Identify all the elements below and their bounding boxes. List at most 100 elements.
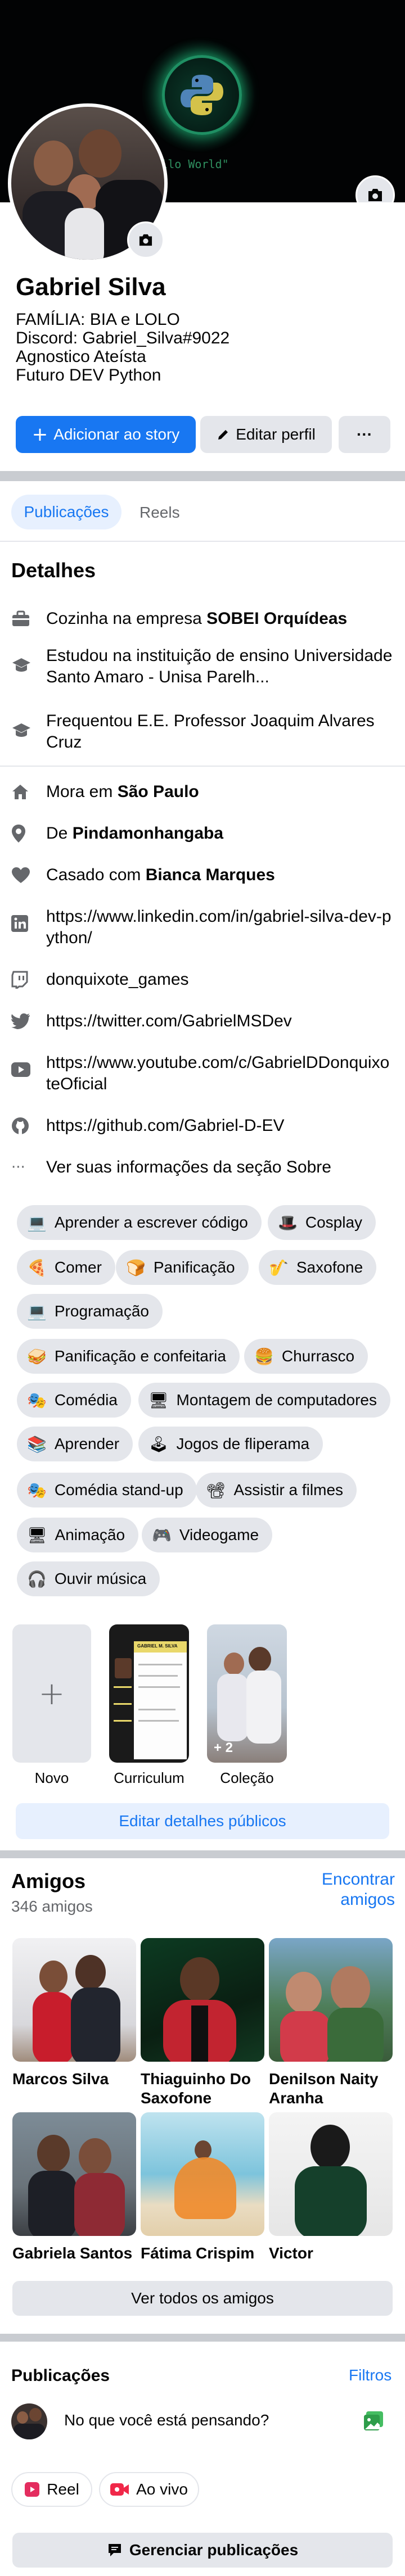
hobby-chip[interactable]: 🎩 Cosplay — [268, 1205, 376, 1240]
hobby-chip[interactable]: 🎮 Videogame — [142, 1518, 273, 1552]
detail-lives: Mora em São Paulo — [11, 781, 394, 803]
hobby-emoji-icon: 💻 — [27, 1213, 47, 1232]
hobby-emoji-icon: 📽 — [206, 1481, 226, 1500]
hobby-label: Assistir a filmes — [233, 1481, 344, 1498]
hobby-emoji-icon: 🎮 — [152, 1525, 172, 1545]
friend-photo — [269, 2112, 393, 2236]
friend-photo — [12, 2112, 136, 2236]
friends-heading: Amigos — [11, 1869, 86, 1893]
detail-about-link[interactable]: ··· Ver suas informações da seção Sobre — [11, 1157, 394, 1178]
hobby-emoji-icon: 🎷 — [269, 1258, 289, 1277]
graduation-cap-icon — [11, 719, 36, 741]
doc-name: GABRIEL M. SILVA — [137, 1644, 178, 1649]
detail-github[interactable]: https://github.com/Gabriel-D-EV — [11, 1115, 394, 1137]
hobby-label: Churrasco — [281, 1347, 355, 1365]
filters-link[interactable]: Filtros — [349, 2366, 392, 2384]
more-options-button[interactable]: ··· — [339, 416, 390, 453]
friend-card[interactable]: Gabriela Santos — [12, 2112, 136, 2263]
section-separator — [0, 2334, 405, 2342]
detail-study-2: Frequentou E.E. Professor Joaquim Alvare… — [11, 710, 394, 753]
detail-twitch[interactable]: donquixote_games — [11, 969, 394, 990]
friend-card[interactable]: Thiaguinho Do Saxofone — [141, 1938, 264, 2108]
posts-heading: Publicações — [11, 2366, 110, 2385]
hobby-chip[interactable]: 🎭 Comédia stand-up — [17, 1473, 197, 1507]
python-logo-icon — [162, 55, 242, 135]
linkedin-icon — [11, 913, 36, 934]
friend-name: Victor — [269, 2244, 313, 2262]
hobby-chip[interactable]: 🎧 Ouvir música — [17, 1561, 160, 1596]
hobby-label: Animação — [55, 1526, 125, 1543]
add-story-button[interactable]: + Adicionar ao story — [16, 416, 196, 453]
hobby-chip[interactable]: 📽 Assistir a filmes — [196, 1473, 357, 1507]
featured-new-card[interactable]: + — [12, 1624, 91, 1763]
live-button[interactable]: Ao vivo — [99, 2472, 199, 2507]
composer-input[interactable]: No que você está pensando? — [64, 2411, 269, 2429]
find-friends-link[interactable]: Encontrar amigos — [313, 1869, 395, 1910]
heart-icon — [11, 864, 36, 886]
hobby-chip[interactable]: 🎷 Saxofone — [259, 1250, 377, 1285]
featured-collection-card[interactable]: + 2 — [207, 1624, 287, 1763]
plus-icon: + — [32, 423, 48, 446]
location-pin-icon — [11, 823, 36, 844]
divider — [0, 766, 405, 767]
more-icon: ··· — [357, 425, 372, 443]
pencil-icon — [217, 428, 230, 441]
featured-collection-label: Coleção — [220, 1769, 274, 1786]
hobby-chip[interactable]: 🕹 Jogos de fliperama — [138, 1427, 323, 1461]
live-video-icon — [110, 2482, 129, 2497]
featured-curriculum-card[interactable]: GABRIEL M. SILVA — [109, 1624, 189, 1763]
hobby-emoji-icon: 🍔 — [254, 1347, 274, 1366]
friend-name: Gabriela Santos — [12, 2244, 133, 2262]
cover-camera-icon[interactable] — [356, 175, 395, 202]
detail-study-1: Estudou na instituição de ensino Univers… — [11, 645, 394, 688]
hobby-chip[interactable]: 🍕 Comer — [17, 1250, 115, 1285]
friend-name: Fátima Crispim — [141, 2244, 255, 2262]
detail-linkedin[interactable]: https://www.linkedin.com/in/gabriel-silv… — [11, 906, 394, 949]
chat-bubble-icon — [107, 2542, 123, 2558]
hobby-emoji-icon: 🖥 — [148, 1391, 169, 1410]
hobby-label: Ouvir música — [54, 1570, 147, 1587]
edit-public-details-button[interactable]: Editar detalhes públicos — [16, 1803, 389, 1839]
hobby-emoji-icon: 🎩 — [278, 1213, 298, 1232]
collection-count: + 2 — [214, 1740, 233, 1755]
friend-name: Marcos Silva — [12, 2070, 109, 2088]
friend-photo — [269, 1938, 393, 2062]
composer-avatar[interactable] — [11, 2403, 47, 2439]
friend-card[interactable]: Marcos Silva — [12, 1938, 136, 2089]
twitter-icon — [11, 1011, 36, 1032]
hobby-emoji-icon: 🕹 — [148, 1434, 169, 1454]
bio: FAMÍLIA: BIA e LOLO Discord: Gabriel_Sil… — [16, 310, 230, 384]
detail-youtube[interactable]: https://www.youtube.com/c/GabrielDDonqui… — [11, 1052, 394, 1095]
hobby-chip[interactable]: 🍞 Panificação — [116, 1250, 249, 1285]
hobby-chip[interactable]: 💻 Aprender a escrever código — [17, 1205, 262, 1240]
detail-twitter[interactable]: https://twitter.com/GabrielMSDev — [11, 1011, 394, 1032]
reel-icon — [24, 2482, 40, 2497]
friend-card[interactable]: Victor — [269, 2112, 393, 2263]
profile-name: Gabriel Silva — [16, 273, 166, 301]
reel-button[interactable]: Reel — [11, 2472, 92, 2507]
avatar-camera-icon[interactable] — [127, 221, 164, 259]
hobby-chip[interactable]: 🥪 Panificação e confeitaria — [17, 1339, 240, 1374]
manage-posts-button[interactable]: Gerenciar publicações — [12, 2533, 393, 2568]
detail-work: Cozinha na empresa SOBEI Orquídeas — [11, 608, 394, 630]
hobby-label: Programação — [54, 1302, 149, 1320]
hobby-emoji-icon: 🖥 — [27, 1525, 47, 1545]
friend-card[interactable]: Fátima Crispim — [141, 2112, 264, 2263]
hobby-chip[interactable]: 💻 Programação — [17, 1294, 163, 1329]
see-all-friends-button[interactable]: Ver todos os amigos — [12, 2281, 393, 2316]
edit-profile-button[interactable]: Editar perfil — [200, 416, 332, 453]
hobby-emoji-icon: 🥪 — [27, 1347, 47, 1366]
photo-icon[interactable] — [362, 2410, 385, 2433]
hobby-chip[interactable]: 🍔 Churrasco — [244, 1339, 368, 1374]
detail-from: De Pindamonhangaba — [11, 823, 394, 844]
tab-publicacoes[interactable]: Publicações — [11, 495, 122, 529]
friend-photo — [12, 1938, 136, 2062]
hobby-chip[interactable]: 🖥 Montagem de computadores — [138, 1383, 390, 1418]
hobby-label: Jogos de fliperama — [176, 1435, 310, 1452]
hobby-chip[interactable]: 📚 Aprender — [17, 1427, 133, 1461]
tab-reels[interactable]: Reels — [140, 504, 180, 522]
friend-card[interactable]: Denilson Naity Aranha — [269, 1938, 393, 2108]
hobby-chip[interactable]: 🖥 Animação — [17, 1518, 139, 1552]
hobby-emoji-icon: 💻 — [27, 1302, 47, 1321]
hobby-chip[interactable]: 🎭 Comédia — [17, 1383, 131, 1418]
